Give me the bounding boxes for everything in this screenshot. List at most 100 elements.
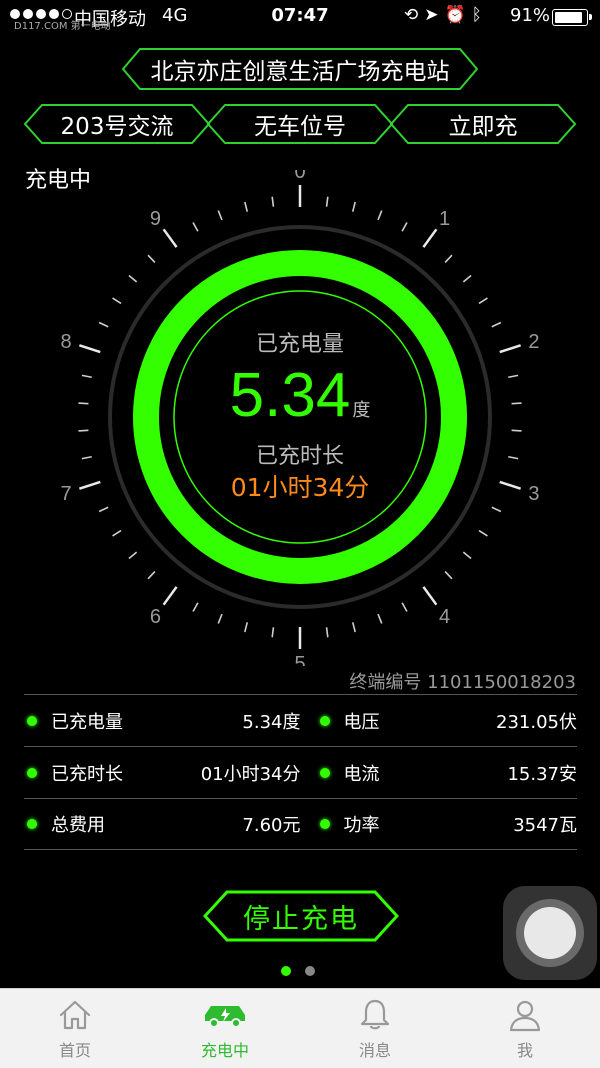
- page-dot: [305, 966, 315, 976]
- detail-value: 7.60元: [242, 815, 301, 836]
- green-dot-icon: [27, 819, 37, 829]
- minor-tick: [462, 274, 472, 283]
- major-tick: [422, 228, 438, 248]
- major-tick: [162, 586, 178, 606]
- detail-row: 总费用 7.60元 功率 3547瓦: [24, 798, 577, 850]
- major-tick: [422, 586, 438, 606]
- tab-charging[interactable]: 充电中: [150, 989, 300, 1068]
- detail-value: 5.34度: [242, 711, 301, 733]
- watermark: D117.COM 第一电动: [14, 21, 111, 32]
- minor-tick: [491, 506, 502, 513]
- minor-tick: [377, 210, 383, 221]
- stop-charging-button[interactable]: 停止充电: [203, 890, 399, 942]
- minor-tick: [112, 297, 122, 305]
- minor-tick: [325, 627, 329, 638]
- home-icon: [59, 1000, 91, 1030]
- status-icons: ⟲➤⏰ᛒ: [404, 5, 488, 25]
- dial-number: 4: [439, 606, 450, 628]
- minor-tick: [112, 529, 122, 537]
- bell-icon: [360, 999, 390, 1030]
- detail-cell: 电流 15.37安: [301, 760, 577, 786]
- detail-cell: 已充时长 01小时34分: [24, 760, 301, 786]
- location-icon: ➤: [424, 5, 445, 25]
- minor-tick: [462, 551, 472, 560]
- person-icon: [509, 1000, 541, 1032]
- detail-value: 15.37安: [507, 763, 577, 785]
- bluetooth-icon: ᛒ: [471, 5, 488, 25]
- detail-value: 01小时34分: [200, 763, 301, 785]
- minor-tick: [147, 254, 156, 264]
- stop-charging-label: 停止充电: [243, 903, 359, 935]
- battery-icon: [552, 9, 592, 26]
- dial-number: 1: [439, 208, 450, 230]
- assistive-touch-ring: [516, 899, 584, 967]
- minor-tick: [478, 297, 488, 305]
- tab-label: 消息: [358, 1041, 391, 1060]
- parking-space-label: 无车位号: [254, 114, 346, 140]
- alarm-icon: ⏰: [444, 5, 472, 25]
- minor-tick: [444, 570, 453, 580]
- duration-value: 01小时34分: [230, 473, 370, 502]
- detail-label: 电流: [343, 763, 380, 785]
- minor-tick: [128, 274, 138, 283]
- parking-space-button[interactable]: 无车位号: [207, 104, 393, 144]
- minor-tick: [217, 613, 223, 624]
- detail-row: 已充时长 01小时34分 电流 15.37安: [24, 746, 577, 798]
- battery-percent: 91%: [510, 5, 551, 26]
- green-dot-icon: [27, 715, 37, 726]
- minor-tick: [351, 622, 356, 633]
- green-dot-icon: [319, 819, 330, 829]
- energy-readout: 5.34 度: [0, 360, 600, 431]
- detail-cell: 电压 231.05伏: [301, 708, 577, 734]
- tab-messages[interactable]: 消息: [300, 989, 450, 1068]
- minor-tick: [128, 551, 138, 560]
- green-dot-icon: [319, 767, 330, 778]
- minor-tick: [244, 622, 249, 633]
- minor-tick: [244, 201, 249, 212]
- minor-tick: [444, 254, 453, 264]
- duration-caption: 已充时长: [255, 444, 344, 469]
- detail-cell: 已充电量 5.34度: [24, 708, 301, 734]
- minor-tick: [478, 529, 488, 537]
- minor-tick: [325, 196, 329, 207]
- station-name: 北京亦庄创意生活广场充电站: [150, 59, 450, 85]
- tab-bar: 首页 充电中 消息 我: [0, 988, 600, 1068]
- page-indicator: [281, 966, 315, 976]
- assistive-touch-core: [524, 907, 576, 959]
- tab-label: 我: [516, 1041, 533, 1060]
- minor-tick: [192, 602, 199, 612]
- detail-label: 功率: [343, 815, 380, 836]
- green-dot-icon: [27, 767, 37, 778]
- tab-me[interactable]: 我: [450, 989, 600, 1068]
- minor-tick: [217, 210, 223, 221]
- detail-label: 已充时长: [51, 763, 123, 785]
- minor-tick: [377, 613, 383, 624]
- minor-tick: [351, 201, 356, 212]
- dial-number: 6: [150, 606, 161, 628]
- minor-tick: [271, 196, 275, 207]
- ev-car-icon: [205, 1006, 245, 1028]
- dial-number: 5: [294, 653, 305, 666]
- detail-row: 已充电量 5.34度 电压 231.05伏: [24, 694, 577, 746]
- pile-number-label: 203号交流: [60, 114, 174, 140]
- energy-unit: 度: [352, 400, 371, 421]
- page-dot: [281, 966, 291, 976]
- detail-value: 3547瓦: [513, 815, 577, 836]
- tab-label: 首页: [58, 1041, 91, 1060]
- assistive-touch-button[interactable]: [503, 886, 597, 980]
- detail-label: 已充电量: [51, 711, 123, 733]
- minor-tick: [98, 506, 109, 513]
- pile-number-button[interactable]: 203号交流: [24, 104, 210, 144]
- detail-label: 总费用: [51, 815, 105, 836]
- station-name-button[interactable]: 北京亦庄创意生活广场充电站: [122, 48, 478, 90]
- detail-cell: 功率 3547瓦: [301, 811, 577, 837]
- minor-tick: [401, 602, 408, 612]
- dial-number: 9: [150, 208, 161, 230]
- terminal-number: 终端编号 1101150018203: [349, 672, 576, 693]
- charge-mode-button[interactable]: 立即充: [390, 104, 576, 144]
- charge-mode-label: 立即充: [448, 114, 518, 140]
- minor-tick: [192, 222, 199, 232]
- minor-tick: [147, 570, 156, 580]
- dial-number: 0: [294, 170, 305, 183]
- tab-home[interactable]: 首页: [0, 989, 150, 1068]
